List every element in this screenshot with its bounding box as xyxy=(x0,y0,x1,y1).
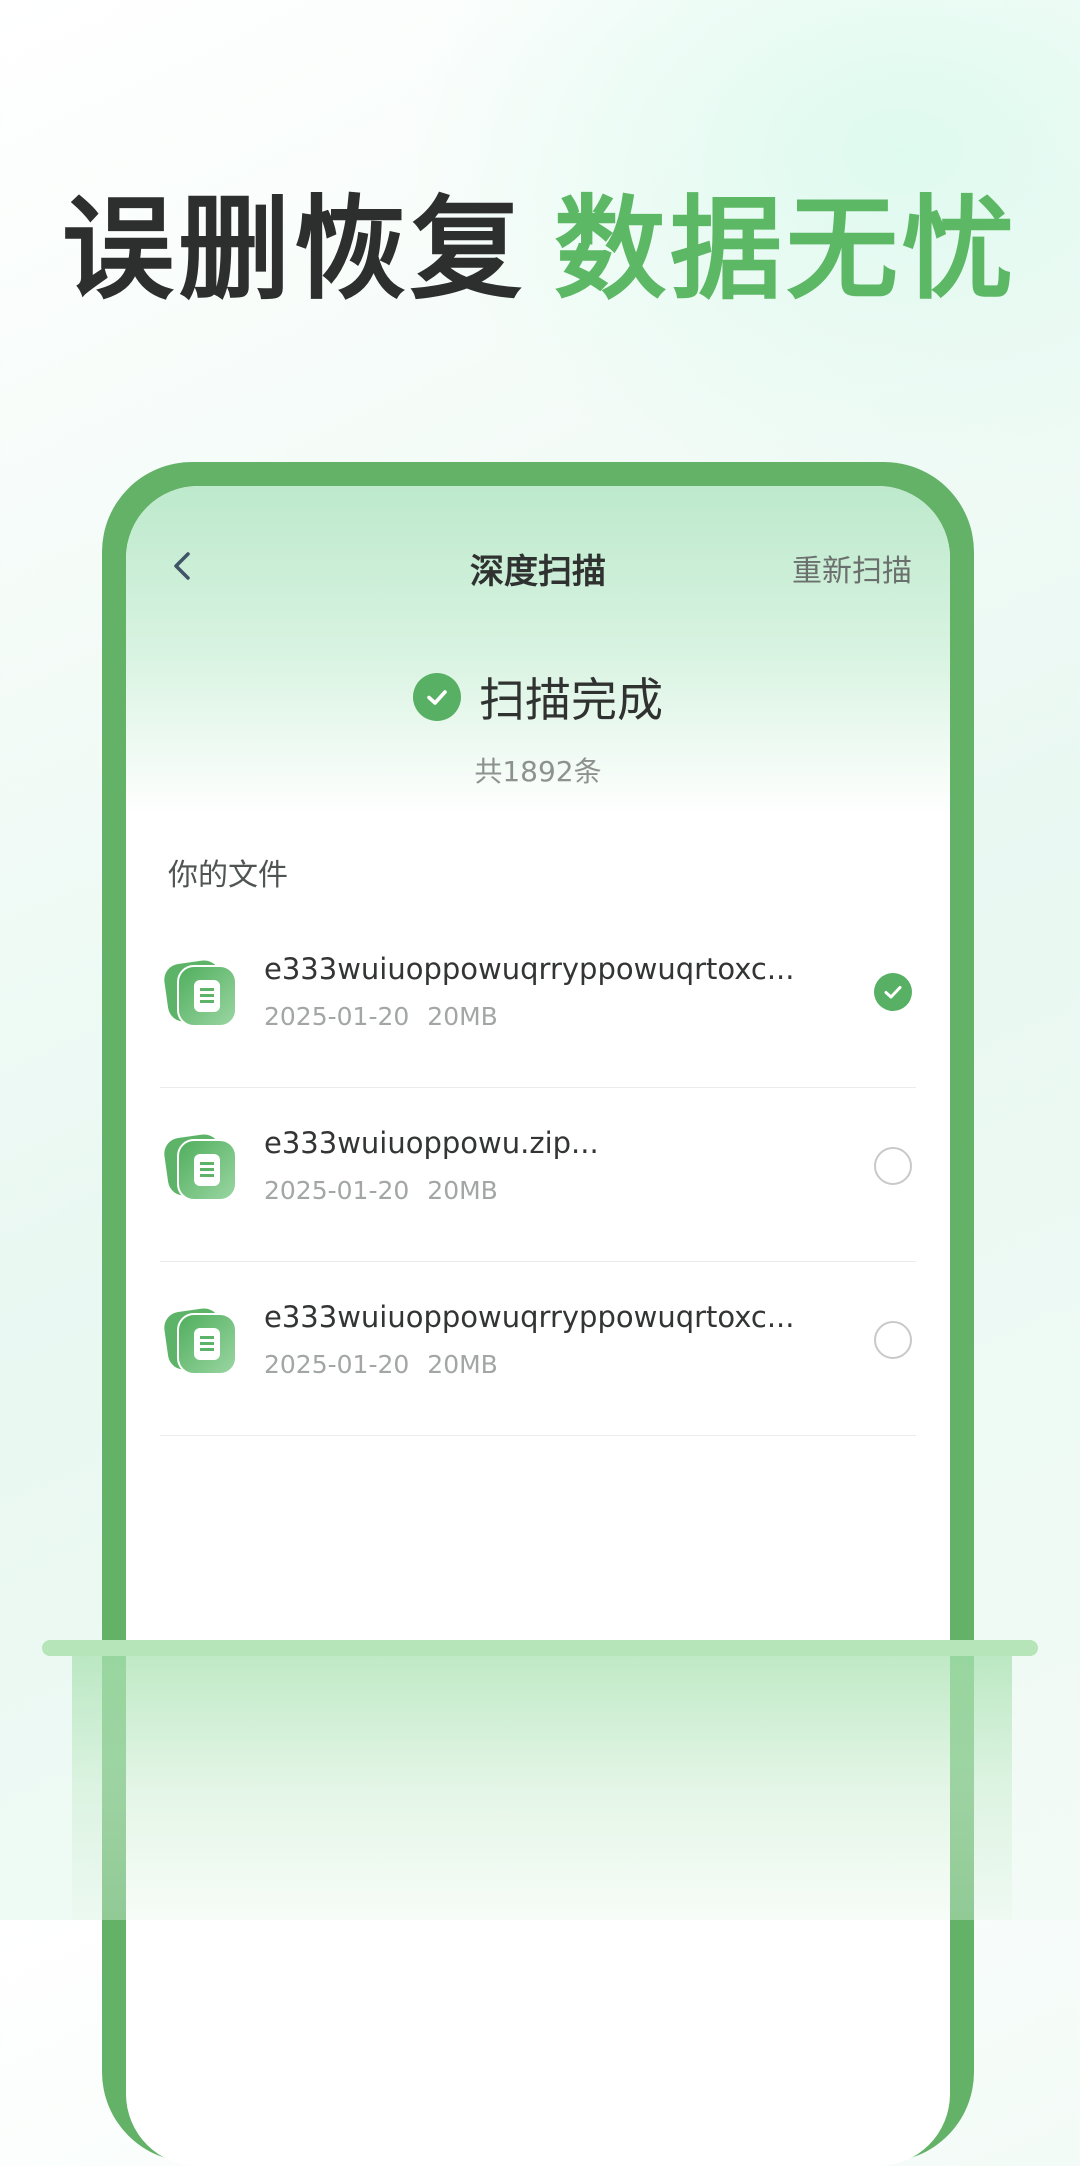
scan-count: 共1892条 xyxy=(474,755,602,788)
scan-status-text: 扫描完成 xyxy=(479,673,663,727)
headline-green: 数据无忧 xyxy=(554,185,1018,315)
scan-glow xyxy=(72,1654,1012,1920)
file-meta: 2025-01-20 20MB xyxy=(264,1350,498,1379)
section-label: 你的文件 xyxy=(168,858,288,893)
file-name: e333wuiuoppowuqrryppowuqrtoxc... xyxy=(264,1300,795,1334)
file-name: e333wuiuoppowu.zip... xyxy=(264,1126,599,1160)
file-size: 20MB xyxy=(427,1002,498,1031)
headline: 误删恢复 数据无忧 xyxy=(0,180,1080,320)
headline-dark: 误删恢复 xyxy=(62,185,526,315)
file-meta: 2025-01-20 20MB xyxy=(264,1176,498,1205)
file-row[interactable]: e333wuiuoppowu.zip... 2025-01-20 20MB xyxy=(160,1088,916,1262)
file-row[interactable]: e333wuiuoppowuqrryppowuqrtoxc... 2025-01… xyxy=(160,1262,916,1436)
checkbox-unchecked-icon[interactable] xyxy=(874,1147,912,1185)
document-icon xyxy=(164,1130,238,1202)
scan-line xyxy=(42,1640,1038,1656)
file-date: 2025-01-20 xyxy=(264,1176,410,1205)
checkbox-checked-icon[interactable] xyxy=(874,973,912,1011)
file-size: 20MB xyxy=(427,1176,498,1205)
check-circle-icon xyxy=(413,673,461,721)
navbar: 深度扫描 重新扫描 xyxy=(126,536,950,598)
document-icon xyxy=(164,1304,238,1376)
file-size: 20MB xyxy=(427,1350,498,1379)
file-name: e333wuiuoppowuqrryppowuqrtoxc... xyxy=(264,952,795,986)
scan-status: 扫描完成 xyxy=(126,664,950,727)
file-list: e333wuiuoppowuqrryppowuqrtoxc... 2025-01… xyxy=(160,914,916,1436)
rescan-button[interactable]: 重新扫描 xyxy=(792,546,912,590)
file-meta: 2025-01-20 20MB xyxy=(264,1002,498,1031)
file-date: 2025-01-20 xyxy=(264,1350,410,1379)
document-icon xyxy=(164,956,238,1028)
file-row[interactable]: e333wuiuoppowuqrryppowuqrtoxc... 2025-01… xyxy=(160,914,916,1088)
checkbox-unchecked-icon[interactable] xyxy=(874,1321,912,1359)
file-date: 2025-01-20 xyxy=(264,1002,410,1031)
